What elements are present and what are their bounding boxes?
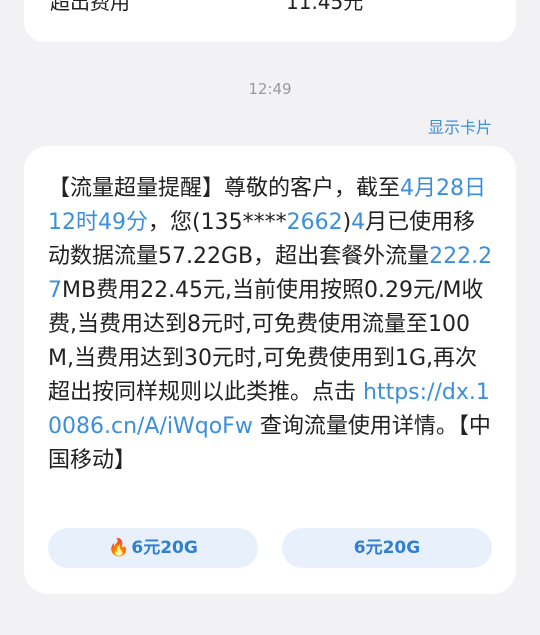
- fire-icon: 🔥: [108, 538, 130, 558]
- phone-suffix-link[interactable]: 2662: [287, 210, 343, 235]
- sms-message-card: 【流量超量提醒】尊敬的客户，截至4月28日12时49分，您(135****266…: [24, 146, 516, 594]
- month-link[interactable]: 4: [351, 210, 365, 235]
- previous-message-row: 超出费用 11.45元: [50, 0, 490, 15]
- message-text: 【流量超量提醒】尊敬的客户，截至: [48, 176, 401, 201]
- message-text: ，您(135****: [148, 210, 287, 235]
- quick-actions: 🔥 6元20G 6元20G: [48, 528, 492, 568]
- previous-message-value: 11.45元: [286, 0, 364, 14]
- quick-action-label: 6元20G: [131, 538, 198, 558]
- previous-message-card: 超出费用 11.45元: [24, 0, 516, 42]
- message-text: ): [342, 210, 352, 235]
- show-card-button[interactable]: 显示卡片: [428, 114, 492, 138]
- message-timestamp: 12:49: [248, 80, 292, 98]
- quick-action-button-1[interactable]: 🔥 6元20G: [48, 528, 258, 568]
- previous-message-label: 超出费用: [50, 0, 130, 14]
- quick-action-label: 6元20G: [353, 538, 421, 558]
- quick-action-button-2[interactable]: 6元20G: [282, 528, 492, 568]
- sms-message-body: 【流量超量提醒】尊敬的客户，截至4月28日12时49分，您(135****266…: [48, 172, 494, 478]
